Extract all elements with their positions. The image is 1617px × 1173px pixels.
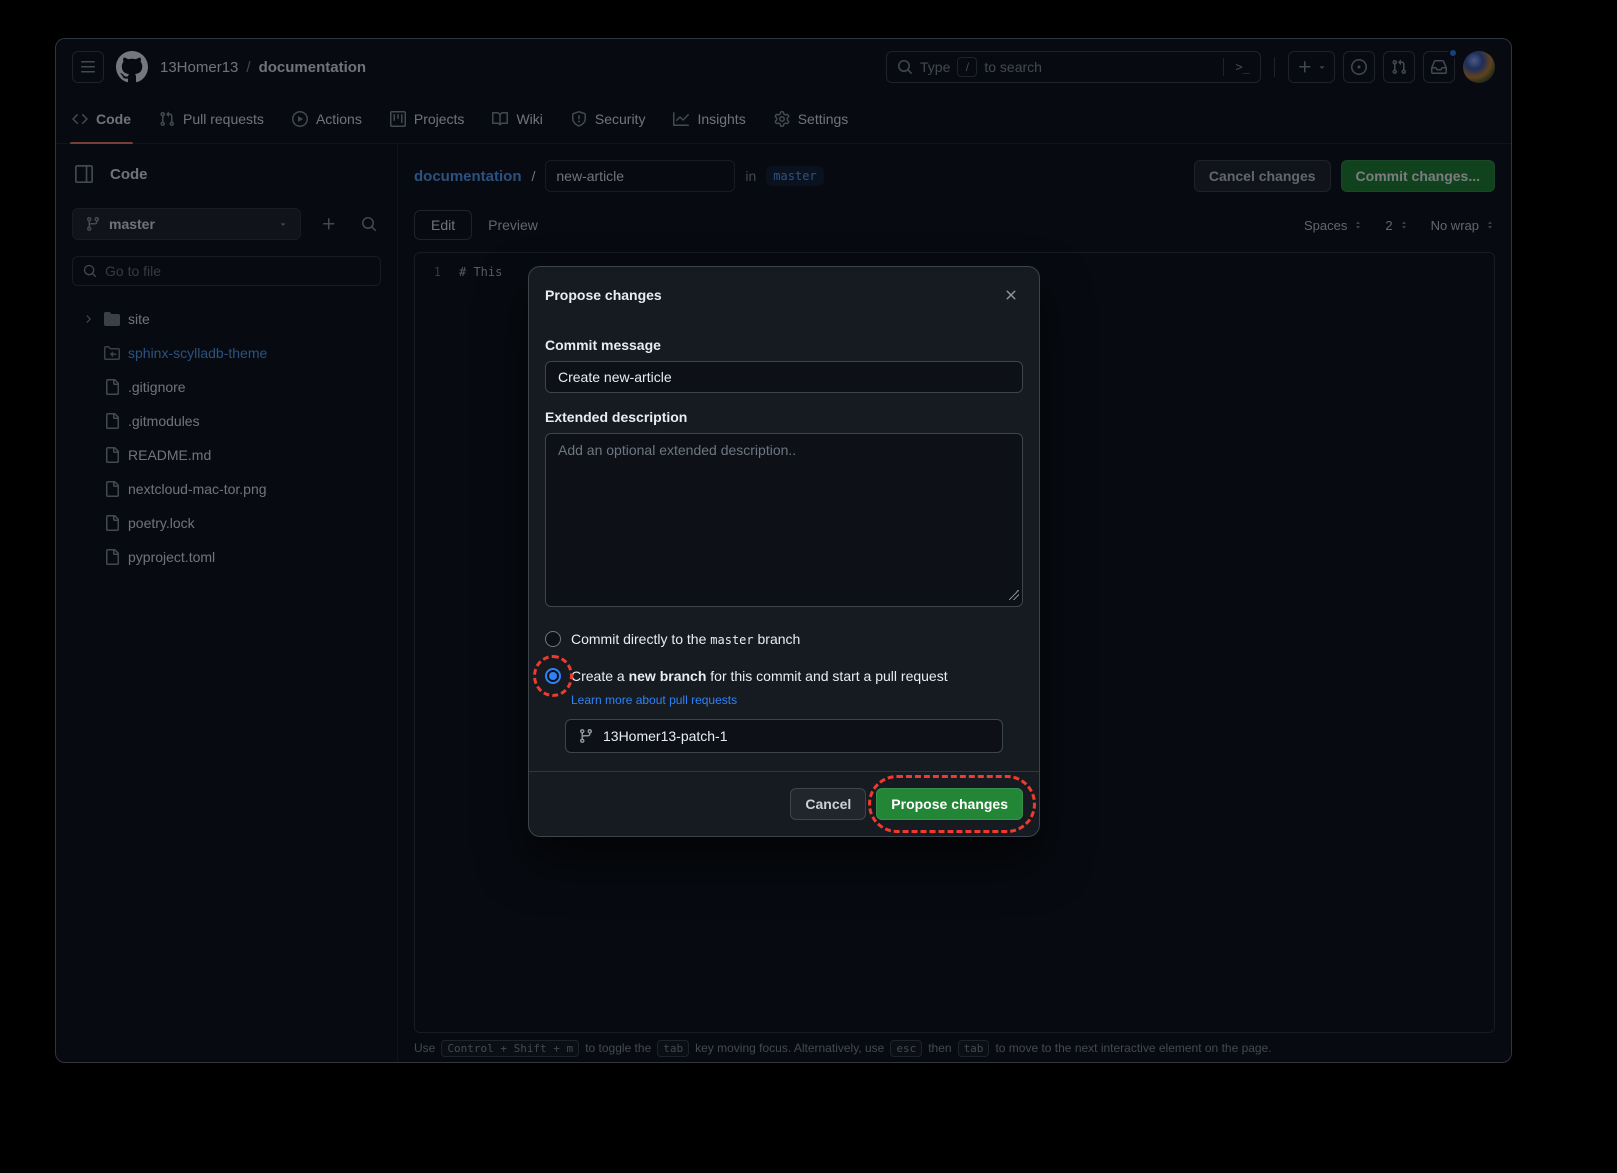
radio-create-branch[interactable] [545, 668, 561, 684]
close-dialog-button[interactable] [999, 283, 1023, 307]
label-text: Create a [571, 668, 625, 684]
close-icon [1003, 287, 1019, 303]
create-branch-option: Create a new branch for this commit and … [545, 666, 1023, 686]
git-branch-icon [578, 728, 594, 744]
radio-create-branch-label: Create a new branch for this commit and … [571, 666, 948, 686]
dialog-title: Propose changes [545, 287, 662, 303]
label-text: Commit directly to the [571, 631, 706, 647]
propose-changes-dialog: Propose changes Commit message Extended … [528, 266, 1040, 837]
label-text: for this commit and start a pull request [710, 668, 947, 684]
radio-commit-direct[interactable] [545, 631, 561, 647]
label-bold-text: new branch [629, 668, 707, 684]
extended-description-label: Extended description [545, 409, 1023, 425]
branch-name-code: master [710, 633, 753, 647]
github-window: 13Homer13 / documentation Type / to sear… [55, 38, 1512, 1063]
commit-message-input[interactable] [545, 361, 1023, 393]
radio-commit-direct-label: Commit directly to the master branch [571, 629, 800, 650]
extended-description-textarea[interactable] [545, 433, 1023, 607]
new-branch-name-field[interactable] [565, 719, 1003, 753]
label-text: branch [758, 631, 801, 647]
resize-grip[interactable] [1009, 590, 1019, 600]
propose-changes-button[interactable]: Propose changes [876, 788, 1023, 820]
commit-message-label: Commit message [545, 337, 1023, 353]
cancel-button[interactable]: Cancel [790, 788, 866, 820]
new-branch-name-input[interactable] [603, 728, 990, 744]
learn-more-link[interactable]: Learn more about pull requests [571, 693, 737, 707]
commit-direct-option: Commit directly to the master branch [545, 629, 1023, 650]
